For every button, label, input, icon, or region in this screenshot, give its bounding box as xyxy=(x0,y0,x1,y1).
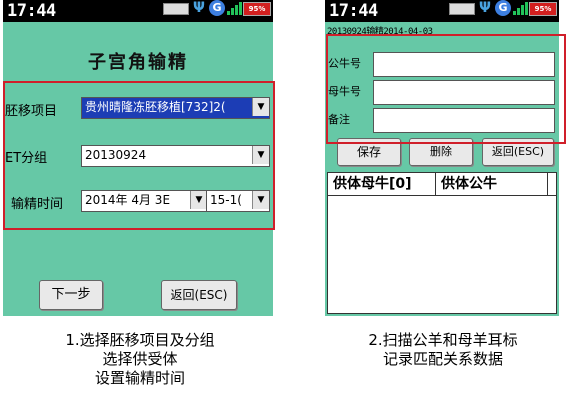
list-header: 供体母牛[0] 供体公牛 xyxy=(328,173,556,196)
caption-left-line2: 选择供受体 xyxy=(102,350,178,368)
back-button[interactable]: 返回(ESC) xyxy=(161,280,237,310)
network-g-icon: G xyxy=(209,0,225,16)
signal-icon xyxy=(227,0,243,16)
keyboard-icon[interactable] xyxy=(449,3,475,15)
next-button[interactable]: 下一步 xyxy=(39,280,103,310)
sync-icon: Ψ xyxy=(479,0,491,16)
status-bar: 17:44 Ψ G 95% xyxy=(325,0,559,22)
sync-icon: Ψ xyxy=(193,0,205,16)
column-header-donor-ram[interactable]: 供体公牛 xyxy=(436,173,548,195)
column-header-donor-ewe[interactable]: 供体母牛[0] xyxy=(328,173,436,195)
battery-icon: 95% xyxy=(529,2,557,16)
network-g-icon: G xyxy=(495,0,511,16)
caption-left-line1: 1.选择胚移项目及分组 xyxy=(65,331,215,349)
caption-right: 2.扫描公羊和母羊耳标 记录匹配关系数据 xyxy=(325,331,561,369)
caption-left: 1.选择胚移项目及分组 选择供受体 设置输精时间 xyxy=(20,331,260,388)
keyboard-icon[interactable] xyxy=(163,3,189,15)
caption-right-line2: 记录匹配关系数据 xyxy=(382,350,503,368)
status-bar: 17:44 Ψ G 95% xyxy=(3,0,273,22)
caption-left-line3: 设置输精时间 xyxy=(94,369,185,387)
highlight-box xyxy=(326,34,566,144)
highlight-box xyxy=(3,81,275,230)
battery-icon: 95% xyxy=(243,2,271,16)
clock: 17:44 xyxy=(7,1,56,21)
page-title: 子宫角输精 xyxy=(88,52,188,73)
caption-right-line1: 2.扫描公羊和母羊耳标 xyxy=(368,331,518,349)
signal-icon xyxy=(513,0,529,16)
pair-list[interactable]: 供体母牛[0] 供体公牛 xyxy=(327,172,557,314)
clock: 17:44 xyxy=(329,1,378,21)
